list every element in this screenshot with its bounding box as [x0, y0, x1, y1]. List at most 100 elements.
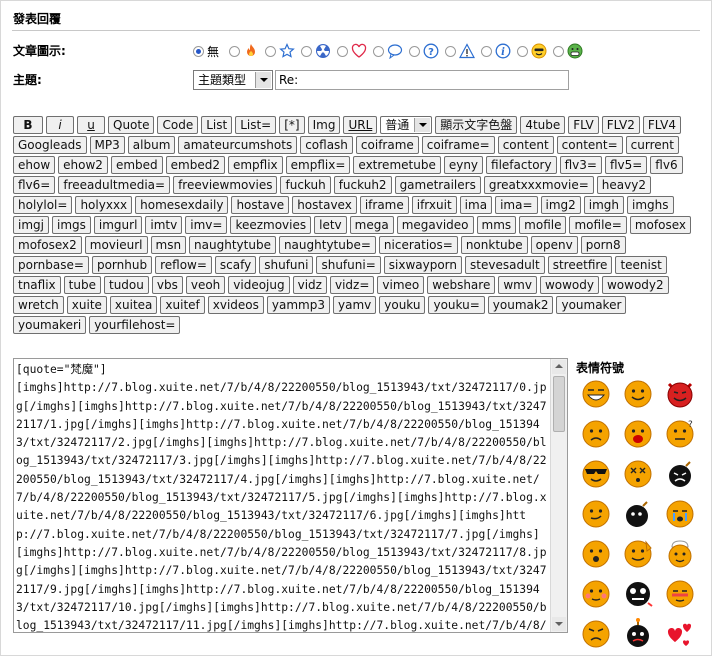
confused-icon[interactable]: ? [663, 415, 705, 455]
bbcode-wretch-button[interactable]: wretch [13, 296, 64, 314]
bbcode-current-button[interactable]: current [625, 136, 679, 154]
bbcode-List-button[interactable]: List= [235, 116, 277, 134]
icon-option-grin[interactable] [553, 43, 583, 59]
bbcode-shufuni-eq-button[interactable]: shufuni= [316, 256, 381, 274]
bbcode-videojug-button[interactable]: videojug [228, 276, 290, 294]
bbcode-pornhub-button[interactable]: pornhub [91, 256, 153, 274]
bbcode-heavy2-button[interactable]: heavy2 [596, 176, 651, 194]
icon-option-question[interactable]: ? [409, 43, 439, 59]
chef-icon[interactable] [663, 535, 705, 575]
bbcode-youmak2-button[interactable]: youmak2 [487, 296, 554, 314]
bbcode-imtv-button[interactable]: imtv [145, 216, 183, 234]
bbcode-letv-button[interactable]: letv [314, 216, 347, 234]
bbcode-veoh-button[interactable]: veoh [185, 276, 226, 294]
icon-radio[interactable] [193, 45, 204, 57]
scroll-up-button[interactable] [552, 360, 566, 374]
icon-radio[interactable] [553, 45, 565, 57]
bbcode-naughtytube-eq-button[interactable]: naughtytube= [278, 236, 376, 254]
bbcode-youmakeri-button[interactable]: youmakeri [13, 316, 87, 334]
bbcode-fuckuh2-button[interactable]: fuckuh2 [333, 176, 392, 194]
bbcode-teenist-button[interactable]: teenist [615, 256, 667, 274]
bbcode-xuitea-button[interactable]: xuitea [109, 296, 158, 314]
bbcode-holyxxx-button[interactable]: holyxxx [75, 196, 133, 214]
bbcode-yamv-button[interactable]: yamv [333, 296, 377, 314]
bbcode-flv5-eq-button[interactable]: flv5= [604, 156, 648, 174]
bbcode-stevesadult-button[interactable]: stevesadult [465, 256, 545, 274]
font-size-select[interactable]: 普通 [380, 116, 433, 134]
bbcode-empflix-eq-button[interactable]: empflix= [285, 156, 351, 174]
bbcode-wmv-button[interactable]: wmv [498, 276, 537, 294]
bbcode-embed2-button[interactable]: embed2 [165, 156, 225, 174]
bbcode-mofile-button[interactable]: mofile [519, 216, 567, 234]
bbcode-flv6-eq-button[interactable]: flv6= [13, 176, 56, 194]
devil-icon[interactable] [663, 375, 705, 415]
icon-option-star[interactable] [265, 43, 295, 59]
bbcode-movieurl-button[interactable]: movieurl [84, 236, 148, 254]
bbcode-empflix-button[interactable]: empflix [227, 156, 283, 174]
bbcode-webshare-button[interactable]: webshare [427, 276, 496, 294]
bbcode-tudou-button[interactable]: tudou [103, 276, 149, 294]
bbcode-FLV4-button[interactable]: FLV4 [642, 116, 681, 134]
bbcode-item-button[interactable]: [*] [279, 116, 305, 134]
bbcode-homesexdaily-button[interactable]: homesexdaily [135, 196, 229, 214]
waving-icon[interactable] [621, 535, 663, 575]
icon-option-heart[interactable] [337, 43, 367, 59]
bbcode-flv6-button[interactable]: flv6 [650, 156, 683, 174]
dizzy-icon[interactable] [621, 455, 663, 495]
bomb-angry-icon[interactable] [663, 455, 705, 495]
bbcode-vimeo-button[interactable]: vimeo [377, 276, 425, 294]
icon-option-radiation[interactable] [301, 43, 331, 59]
bbcode-yammp3-button[interactable]: yammp3 [266, 296, 330, 314]
bbcode-coflash-button[interactable]: coflash [300, 136, 353, 154]
laughing-icon[interactable] [579, 375, 621, 415]
bbcode-ehow2-button[interactable]: ehow2 [58, 156, 108, 174]
bbcode-hostavex-button[interactable]: hostavex [292, 196, 357, 214]
bbcode-Googleads-button[interactable]: Googleads [13, 136, 87, 154]
bbcode-streetfire-button[interactable]: streetfire [547, 256, 613, 274]
bbcode-mega-button[interactable]: mega [349, 216, 394, 234]
bbcode-xuitef-button[interactable]: xuitef [160, 296, 205, 314]
bbcode-iframe-button[interactable]: iframe [359, 196, 409, 214]
bbcode-FLV2-button[interactable]: FLV2 [601, 116, 640, 134]
icon-option-fire[interactable] [229, 43, 259, 59]
bbcode-B-button[interactable]: B [13, 116, 43, 134]
bbcode-filefactory-button[interactable]: filefactory [486, 156, 557, 174]
bbcode-mms-button[interactable]: mms [476, 216, 517, 234]
bbcode-vidz-eq-button[interactable]: vidz= [329, 276, 375, 294]
bbcode-porn8-button[interactable]: porn8 [580, 236, 626, 254]
bbcode-wowody-button[interactable]: wowody [539, 276, 599, 294]
bbcode-img2-button[interactable]: img2 [540, 196, 581, 214]
cool-icon[interactable] [579, 455, 621, 495]
bbcode-album-button[interactable]: album [127, 136, 176, 154]
bbcode-eyny-button[interactable]: eyny [443, 156, 484, 174]
bbcode-color-palette-button[interactable]: 顯示文字色盤 [435, 116, 518, 134]
bbcode-sixwayporn-button[interactable]: sixwayporn [383, 256, 463, 274]
bbcode-youku-button[interactable]: youku [379, 296, 426, 314]
bbcode-imgs-button[interactable]: imgs [51, 216, 91, 234]
subject-input[interactable]: Re: [275, 70, 569, 90]
shy-icon[interactable] [579, 575, 621, 615]
bbcode-imghs-button[interactable]: imghs [627, 196, 674, 214]
hearts-icon[interactable] [663, 615, 705, 655]
skull-icon[interactable] [621, 575, 663, 615]
bbcode-vidz-button[interactable]: vidz [292, 276, 327, 294]
bbcode-4tube-button[interactable]: 4tube [520, 116, 566, 134]
blushing-icon[interactable] [663, 575, 705, 615]
bbcode-Img-button[interactable]: Img [307, 116, 341, 134]
bbcode-openv-button[interactable]: openv [530, 236, 578, 254]
icon-radio[interactable] [481, 45, 493, 57]
bbcode-reflow-eq-button[interactable]: reflow= [155, 256, 212, 274]
bbcode-embed-button[interactable]: embed [110, 156, 163, 174]
icon-option-none[interactable]: 無 [193, 43, 223, 60]
bbcode-shufuni-button[interactable]: shufuni [259, 256, 314, 274]
bbcode-freeviewmovies-button[interactable]: freeviewmovies [173, 176, 278, 194]
bbcode-imgj-button[interactable]: imgj [13, 216, 49, 234]
bbcode-amateurcumshots-button[interactable]: amateurcumshots [178, 136, 298, 154]
bbcode-ifrxuit-button[interactable]: ifrxuit [411, 196, 457, 214]
bbcode-i-button[interactable]: i [46, 116, 74, 134]
bbcode-u-button[interactable]: u [77, 116, 105, 134]
bbcode-URL-button[interactable]: URL [343, 116, 378, 134]
message-editor[interactable]: [quote="梵魔"] [imghs]http://7.blog.xuite.… [13, 358, 568, 633]
icon-option-info[interactable]: i [481, 43, 511, 59]
bbcode-mofosex2-button[interactable]: mofosex2 [13, 236, 82, 254]
